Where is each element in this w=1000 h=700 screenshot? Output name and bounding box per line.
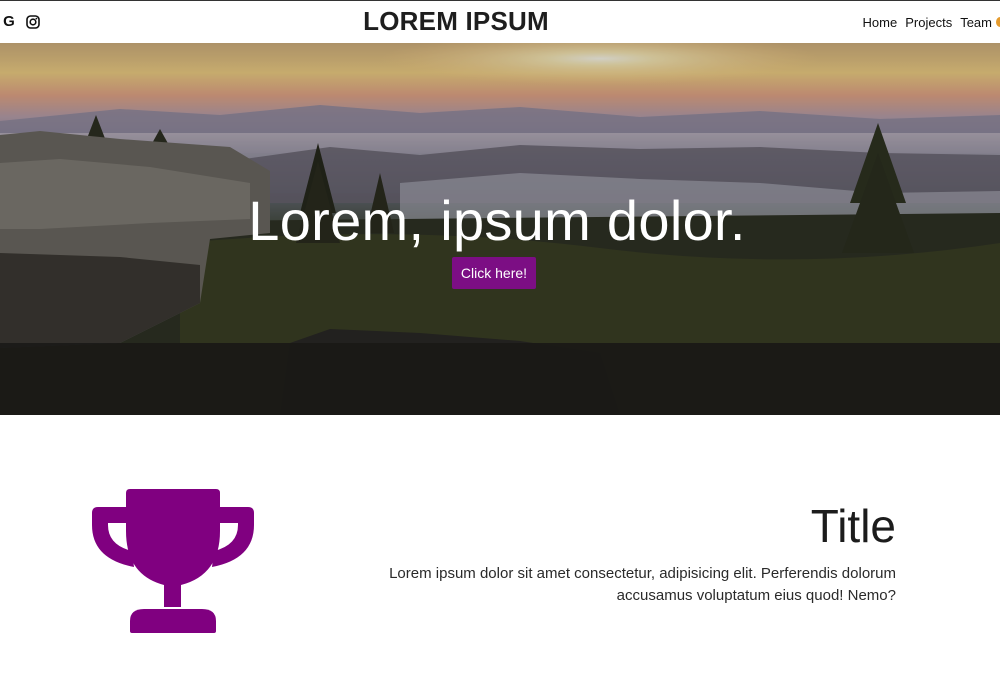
nav-overflow-indicator xyxy=(996,17,1000,27)
site-brand[interactable]: LOREM IPSUM xyxy=(0,6,912,37)
navbar: G LOREM IPSUM Home Projects Team xyxy=(0,0,1000,43)
hero-title: Lorem, ipsum dolor. xyxy=(248,189,746,252)
feature-section: Title Lorem ipsum dolor sit amet consect… xyxy=(0,415,1000,700)
hero-cta-button[interactable]: Click here! xyxy=(452,257,536,289)
feature-description: Lorem ipsum dolor sit amet consectetur, … xyxy=(389,565,896,604)
nav-link-projects[interactable]: Projects xyxy=(905,15,952,30)
nav-link-home[interactable]: Home xyxy=(863,15,898,30)
nav-links: Home Projects Team xyxy=(863,15,992,30)
feature-title: Title xyxy=(810,500,896,552)
hero-section: Lorem, ipsum dolor. Click here! xyxy=(0,43,1000,415)
trophy-icon xyxy=(92,489,254,633)
nav-link-team[interactable]: Team xyxy=(960,15,992,30)
